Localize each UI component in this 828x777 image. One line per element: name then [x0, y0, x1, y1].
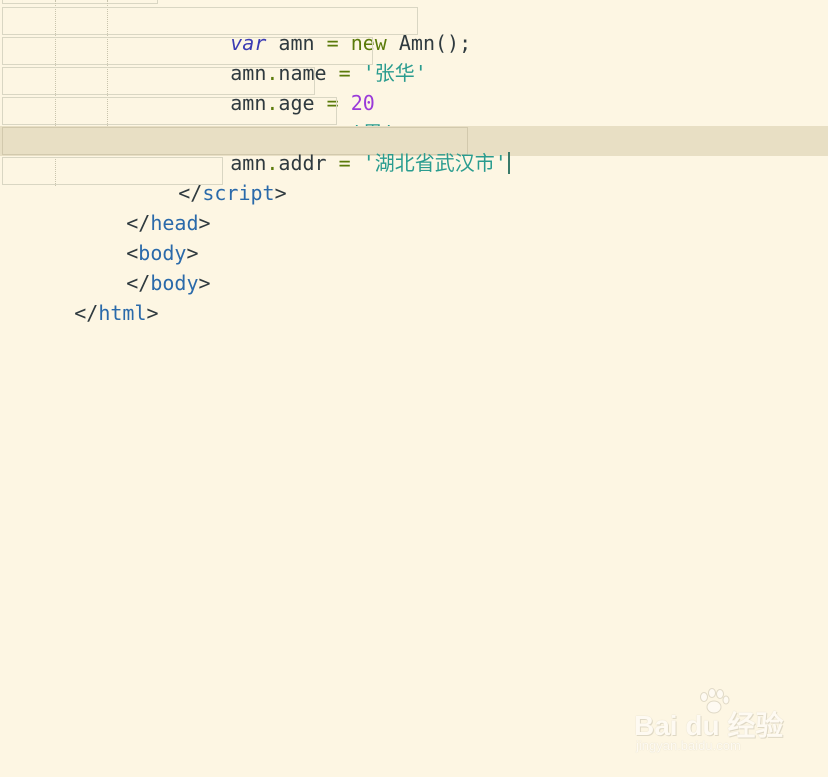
code-line[interactable]: amn.age = 20: [0, 66, 828, 114]
code-line-current[interactable]: amn.addr = '湖北省武汉市': [0, 126, 828, 174]
tag-close-bracket: >: [146, 301, 159, 325]
code-line[interactable]: </body>: [0, 246, 828, 294]
code-line[interactable]: </html>: [0, 276, 828, 324]
code-line[interactable]: <body>: [0, 216, 828, 264]
code-line[interactable]: amn.sex = '男': [0, 96, 828, 144]
code-line[interactable]: amn.name = '张华': [0, 36, 828, 84]
code-line[interactable]: </script>: [0, 156, 828, 204]
code-line[interactable]: </head>: [0, 186, 828, 234]
code-line[interactable]: var amn = new Amn();: [0, 6, 828, 54]
code-editor[interactable]: var amn = new Amn(); amn.name = '张华' amn…: [0, 0, 828, 777]
tag-open-bracket: </: [74, 301, 99, 325]
tag-name: html: [98, 301, 147, 325]
indent-guide-box: [2, 0, 158, 4]
